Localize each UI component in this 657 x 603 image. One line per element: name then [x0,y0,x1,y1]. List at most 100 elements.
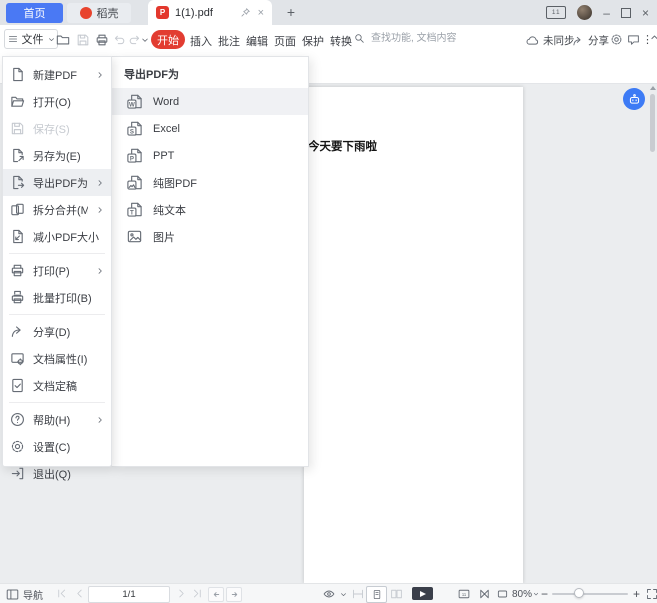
next-view-button[interactable] [226,587,242,602]
pin-tab-icon[interactable] [240,7,251,18]
single-page-view-button[interactable] [366,586,387,603]
zoom-slider-track[interactable] [552,593,628,595]
menu-item-new-pdf[interactable]: 新建PDF [3,61,111,88]
menu-item-open[interactable]: 打开(O) [3,88,111,115]
qat-dropdown-icon[interactable] [141,36,149,44]
menu-item-export-pdf[interactable]: 导出PDF为 [3,169,111,196]
close-button[interactable]: × [642,7,649,19]
nav-panel-icon [6,588,19,601]
save-as-icon [10,148,25,163]
zoom-dropdown-icon[interactable] [533,591,539,597]
ribbon-tab-page[interactable]: 页面 [274,33,296,49]
double-page-view-icon[interactable] [390,588,403,600]
fit-window-icon[interactable] [352,588,364,600]
menu-item-doc-properties[interactable]: 文档属性(I) [3,345,111,372]
excel-doc-icon: S [126,120,143,137]
user-avatar[interactable] [577,5,592,20]
share-icon [572,35,584,47]
feedback-icon[interactable] [627,33,640,46]
tab-docer[interactable]: 稻壳 [67,3,131,23]
ribbon-tab-edit[interactable]: 编辑 [246,33,268,49]
menu-item-reduce-size[interactable]: 减小PDF大小 [3,223,111,250]
reduce-size-icon [10,229,25,244]
tab-home-label: 首页 [24,5,46,21]
svg-text:11: 11 [462,592,467,597]
doc-properties-icon [10,351,25,366]
ai-assistant-button[interactable] [623,88,645,110]
undo-icon[interactable] [113,33,126,46]
print-icon [10,263,25,278]
menu-item-save[interactable]: 保存(S) [3,115,111,142]
menu-item-print[interactable]: 打印(P) [3,257,111,284]
menu-item-share[interactable]: 分享(D) [3,318,111,345]
maximize-button[interactable] [621,8,631,18]
prev-page-icon[interactable] [74,588,85,599]
open-file-icon[interactable] [56,33,70,47]
scrollbar-thumb[interactable] [650,94,655,152]
last-page-icon[interactable] [192,588,203,599]
menu-item-batch-print[interactable]: 批量打印(B) [3,284,111,311]
menu-item-settings[interactable]: 设置(C) [3,433,111,460]
file-menu-button[interactable]: 文件 [4,29,58,49]
play-presentation-button[interactable] [412,587,433,600]
eye-protection-button[interactable] [322,588,347,600]
fit-width-icon[interactable] [496,588,509,600]
search-box[interactable] [354,32,465,45]
menu-item-doc-finalize[interactable]: 文档定稿 [3,372,111,399]
tab-layout-icon[interactable]: 11 [546,6,566,19]
exit-icon [10,466,25,481]
skin-settings-icon[interactable] [610,33,623,46]
sync-status-button[interactable]: 未同步 [526,33,575,48]
cloud-sync-icon [526,34,539,47]
page-text: 今天要下雨啦 [308,138,377,154]
menu-item-split-merge[interactable]: 拆分合并(M) [3,196,111,223]
pdf-file-icon: P [156,6,169,19]
share-button[interactable]: 分享 [572,33,609,48]
zoom-in-button[interactable]: + [633,587,640,601]
minimize-button[interactable]: – [603,7,610,19]
pdf-page[interactable]: 今天要下雨啦 [304,87,523,583]
submenu-arrow-icon [96,71,104,79]
first-page-icon[interactable] [56,588,67,599]
new-tab-button[interactable]: + [282,3,300,21]
menu-item-save-as[interactable]: 另存为(E) [3,142,111,169]
menu-item-exit[interactable]: 退出(Q) [3,460,111,487]
close-tab-icon[interactable]: × [258,7,264,19]
tab-home[interactable]: 首页 [6,3,63,23]
prev-view-button[interactable] [208,587,224,602]
tab-document[interactable]: P 1(1).pdf × [148,0,272,25]
navigation-toggle[interactable]: 导航 [6,587,43,602]
fit-page-icon[interactable] [478,588,491,600]
save-icon[interactable] [76,33,90,47]
fullscreen-icon[interactable] [646,588,657,600]
scroll-up-icon[interactable] [650,86,656,90]
export-plain-text-item[interactable]: T 纯文本 [112,196,308,223]
export-pdf-icon [10,175,25,190]
vertical-scrollbar[interactable] [650,86,656,580]
zoom-slider-thumb[interactable] [574,588,584,598]
hamburger-icon [8,34,18,44]
tab-bar: 首页 稻壳 P 1(1).pdf × + 11 – × [0,0,657,25]
export-picture-item[interactable]: 图片 [112,223,308,250]
collapse-ribbon-icon[interactable] [650,33,657,42]
print-quick-icon[interactable] [95,33,109,47]
zoom-level-label[interactable]: 80% [512,589,532,600]
redo-icon[interactable] [128,33,141,46]
export-ppt-item[interactable]: P PPT [112,142,308,169]
actual-size-icon[interactable]: 11 [456,588,472,600]
doc-finalize-icon [10,378,25,393]
zoom-out-button[interactable]: − [541,587,548,601]
ribbon-tab-start[interactable]: 开始 [151,30,185,49]
search-input[interactable] [369,32,465,45]
ribbon-tab-convert[interactable]: 转换 [330,33,352,49]
ribbon-tab-annotate[interactable]: 批注 [218,33,240,49]
menu-item-help[interactable]: 帮助(H) [3,406,111,433]
export-excel-item[interactable]: S Excel [112,115,308,142]
ribbon-tab-protect[interactable]: 保护 [302,33,324,49]
next-page-icon[interactable] [176,588,187,599]
export-submenu-title: 导出PDF为 [112,57,308,88]
statusbar-page-input[interactable] [88,586,170,603]
ribbon-tab-insert[interactable]: 插入 [190,33,212,49]
export-image-pdf-item[interactable]: 纯图PDF [112,169,308,196]
export-word-item[interactable]: W Word [112,88,308,115]
